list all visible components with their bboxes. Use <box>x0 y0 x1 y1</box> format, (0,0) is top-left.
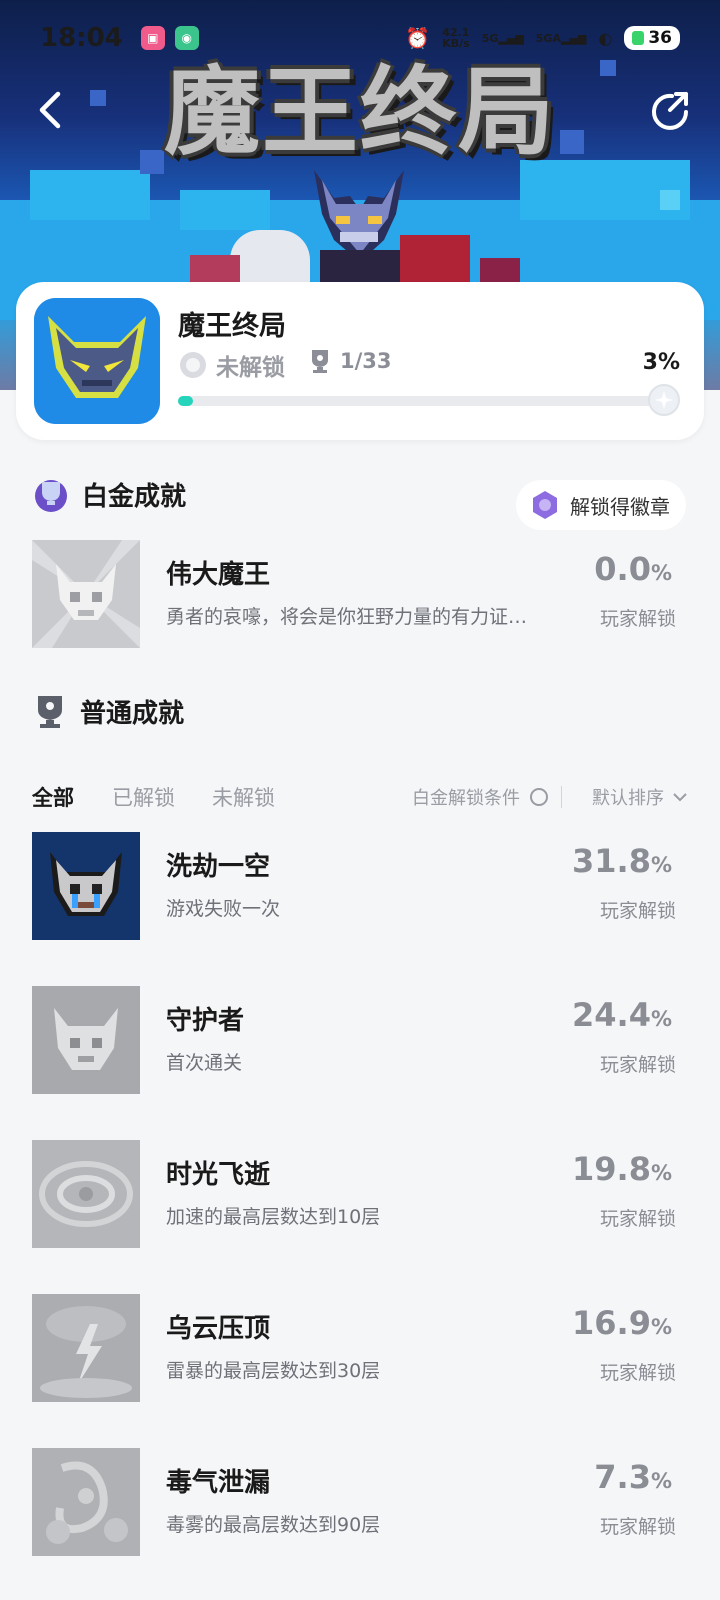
achievement-unlock-label: 玩家解锁 <box>599 900 676 922</box>
signal-icon: 5GA▂▄▆ <box>535 31 587 45</box>
achievement-title: 乌云压顶 <box>166 1314 271 1344</box>
achievement-image <box>32 986 140 1094</box>
achievement-desc: 游戏失败一次 <box>166 898 281 920</box>
platinum-condition-toggle[interactable]: 白金解锁条件 <box>412 784 548 810</box>
achievement-unlock-label: 玩家解锁 <box>599 1362 676 1384</box>
normal-heading: 普通成就 <box>80 698 185 729</box>
chevron-down-icon <box>673 793 687 802</box>
achievement-row[interactable]: 乌云压顶 雷暴的最高层数达到30层 16.9% 玩家解锁 <box>0 1294 720 1404</box>
demon-head-icon <box>34 298 160 424</box>
achievement-title: 洗劫一空 <box>166 852 271 882</box>
game-info-card: 魔王终局 未解锁 1/33 3% <box>16 282 704 440</box>
achievement-desc: 勇者的哀嚎，将会是你狂野力量的有力证… <box>166 606 528 628</box>
achievement-image <box>32 1294 140 1402</box>
achievement-unlock-label: 玩家解锁 <box>599 608 676 630</box>
back-arrow-icon[interactable] <box>32 90 72 130</box>
platinum-trophy-icon <box>35 480 67 512</box>
unlock-badge-label: 解锁得徽章 <box>570 494 670 519</box>
sort-label: 默认排序 <box>592 788 664 809</box>
achievement-row[interactable]: 毒气泄漏 毒雾的最高层数达到90层 7.3% 玩家解锁 <box>0 1448 720 1558</box>
banner-creature <box>230 230 310 290</box>
battery-percent: 36 <box>648 28 672 48</box>
crying-skull-icon <box>32 832 140 940</box>
normal-section-header: 普通成就 <box>32 692 184 730</box>
achievement-row[interactable]: 守护者 首次通关 24.4% 玩家解锁 <box>0 986 720 1096</box>
unlock-status-text: 未解锁 <box>216 355 285 381</box>
achievement-percent: 0.0% <box>594 550 672 588</box>
platinum-condition-label: 白金解锁条件 <box>412 788 520 809</box>
banner-pixel <box>660 190 680 210</box>
battery-indicator: 36 <box>624 26 680 50</box>
divider <box>561 786 562 808</box>
trophy-count: 1/33 <box>308 348 392 374</box>
time-vortex-icon <box>32 1140 140 1248</box>
bilibili-notification-icon: ▣ <box>140 26 165 50</box>
achievement-desc: 毒雾的最高层数达到90层 <box>166 1514 381 1536</box>
trophy-icon <box>38 696 62 728</box>
signal-icon: 5G▂▄▆ <box>481 31 524 45</box>
do-not-disturb-icon: ◐ <box>598 28 613 48</box>
achievement-image <box>32 832 140 940</box>
trophy-count-text: 1/33 <box>340 349 392 373</box>
game-icon[interactable] <box>34 298 160 424</box>
achievement-row[interactable]: 时光飞逝 加速的最高层数达到10层 19.8% 玩家解锁 <box>0 1140 720 1250</box>
achievement-desc: 首次通关 <box>166 1052 243 1074</box>
network-speed: 42.1 KB/s <box>442 27 469 49</box>
battery-level-icon <box>632 31 645 45</box>
achievement-unlock-label: 玩家解锁 <box>599 1054 676 1076</box>
status-right: ⏰ 42.1 KB/s 5G▂▄▆ 5GA▂▄▆ ◐ 36 <box>405 26 680 50</box>
achievement-title: 伟大魔王 <box>166 560 271 590</box>
tab-locked[interactable]: 未解锁 <box>212 782 275 812</box>
progress-bar <box>178 396 678 406</box>
status-time: 18:04 <box>40 23 123 53</box>
achievement-image <box>32 1140 140 1248</box>
storm-cloud-icon <box>32 1294 140 1402</box>
hotspot-notification-icon: ◉ <box>174 26 199 50</box>
achievement-desc: 加速的最高层数达到10层 <box>166 1206 381 1228</box>
achievement-percent: 24.4% <box>572 996 672 1034</box>
game-name: 魔王终局 <box>178 311 286 342</box>
achievement-percent: 19.8% <box>572 1150 672 1188</box>
achievement-desc: 雷暴的最高层数达到30层 <box>166 1360 381 1382</box>
platinum-goal-icon <box>648 384 680 416</box>
status-bar: 18:04 ▣ ◉ ⏰ 42.1 KB/s 5G▂▄▆ 5GA▂▄▆ ◐ 36 <box>0 0 720 76</box>
alarm-icon: ⏰ <box>405 26 431 50</box>
badge-icon <box>533 491 557 519</box>
achievement-title: 守护者 <box>166 1006 245 1036</box>
network-speed-unit: KB/s <box>442 37 470 50</box>
completion-percent: 3% <box>642 350 680 375</box>
banner-cloud <box>30 170 150 220</box>
platinum-section-header: 白金成就 <box>32 474 186 514</box>
platinum-heading: 白金成就 <box>82 481 187 512</box>
sort-dropdown[interactable]: 默认排序 <box>592 784 688 810</box>
achievement-title: 时光飞逝 <box>166 1160 271 1190</box>
banner-title: 魔王终局 <box>164 56 556 168</box>
achievement-title: 毒气泄漏 <box>166 1468 271 1498</box>
radio-circle-icon <box>530 788 548 806</box>
tab-all[interactable]: 全部 <box>32 782 74 812</box>
skull-icon <box>32 540 140 648</box>
achievement-percent: 7.3% <box>594 1458 672 1496</box>
banner-cloud <box>180 190 270 230</box>
tab-unlocked[interactable]: 已解锁 <box>112 782 175 812</box>
progress-fill <box>178 396 193 406</box>
achievement-image <box>32 1448 140 1556</box>
platinum-achievement[interactable]: 伟大魔王 勇者的哀嚎，将会是你狂野力量的有力证… 0.0% 玩家解锁 <box>0 540 720 650</box>
unlock-badge-button[interactable]: 解锁得徽章 <box>516 480 686 530</box>
achievement-unlock-label: 玩家解锁 <box>599 1208 676 1230</box>
achievement-unlock-label: 玩家解锁 <box>599 1516 676 1538</box>
platinum-trophy-icon <box>180 352 206 378</box>
share-icon[interactable] <box>648 90 692 134</box>
achievement-image <box>32 540 140 648</box>
filter-bar: 全部 已解锁 未解锁 白金解锁条件 默认排序 <box>32 778 688 818</box>
star-icon <box>655 391 673 409</box>
achievement-percent: 31.8% <box>572 842 672 880</box>
achievement-row[interactable]: 洗劫一空 游戏失败一次 31.8% 玩家解锁 <box>0 832 720 942</box>
trophy-icon <box>312 350 328 373</box>
achievement-percent: 16.9% <box>572 1304 672 1342</box>
poison-gas-icon <box>32 1448 140 1556</box>
unlock-status: 未解锁 <box>178 348 285 382</box>
skull-icon <box>32 986 140 1094</box>
